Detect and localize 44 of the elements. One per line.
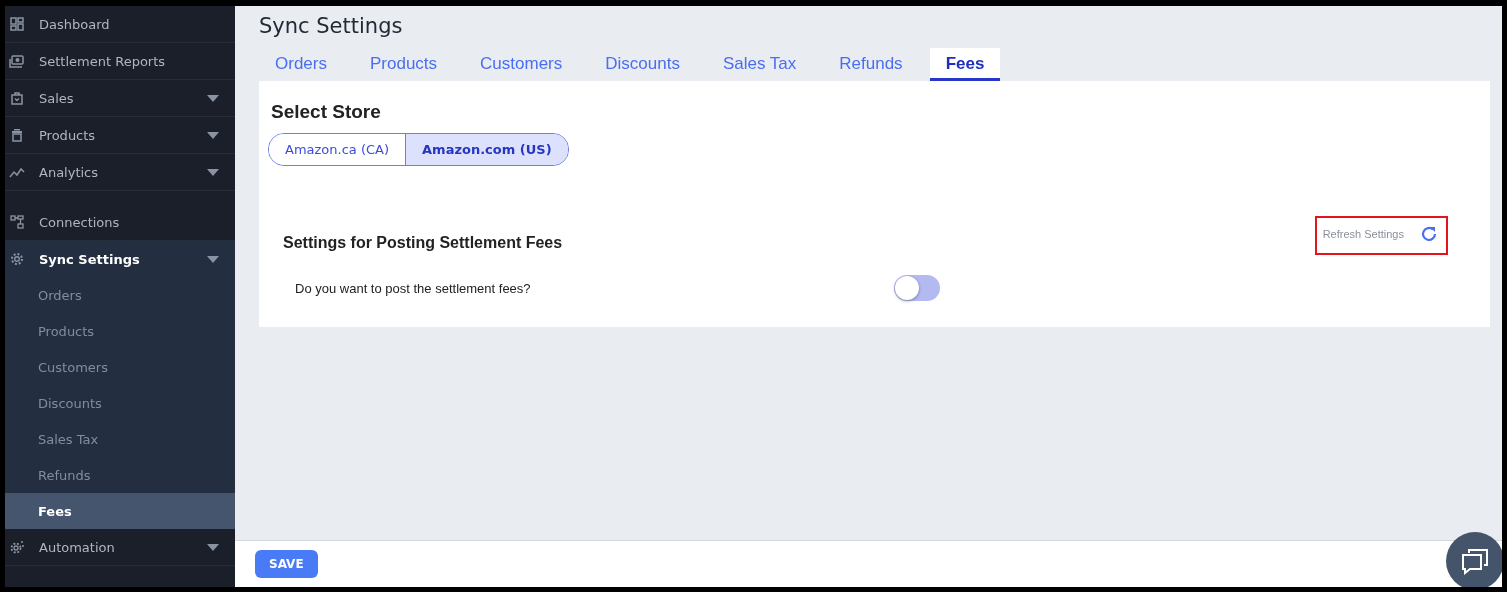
save-button[interactable]: SAVE xyxy=(255,550,318,578)
settings-heading: Settings for Posting Settlement Fees xyxy=(283,233,563,252)
refresh-icon xyxy=(1420,225,1438,243)
money-icon xyxy=(9,53,25,69)
sidebar-item[interactable]: Automation xyxy=(5,529,235,566)
refresh-settings-button[interactable]: Refresh Settings xyxy=(1314,216,1448,255)
toggle-switch[interactable] xyxy=(894,275,940,301)
caret-icon xyxy=(207,94,219,102)
grid-icon xyxy=(9,16,25,32)
sidebar-subitem[interactable]: Orders xyxy=(5,277,235,313)
section-heading: Select Store xyxy=(271,101,382,123)
caret-icon xyxy=(207,255,219,263)
tab[interactable]: Sales Tax xyxy=(706,48,813,81)
caret-icon xyxy=(207,168,219,176)
sidebar-item[interactable]: Dashboard xyxy=(5,6,235,43)
caret-icon xyxy=(207,543,219,551)
sidebar-item[interactable]: Sales xyxy=(5,80,235,117)
network-icon xyxy=(9,214,25,230)
sidebar-subitem[interactable]: Products xyxy=(5,313,235,349)
caret-icon xyxy=(207,131,219,139)
chat-button[interactable] xyxy=(1446,532,1502,587)
tab[interactable]: Refunds xyxy=(823,48,919,81)
store-option[interactable]: Amazon.com (US) xyxy=(405,134,568,165)
sidebar-item[interactable]: Analytics xyxy=(5,154,235,191)
sidebar-item[interactable]: Sync Settings xyxy=(5,241,235,277)
sidebar-subitem[interactable]: Customers xyxy=(5,349,235,385)
sidebar-subitem[interactable]: Sales Tax xyxy=(5,421,235,457)
gear-icon xyxy=(9,251,25,267)
sidebar-item[interactable]: Settlement Reports xyxy=(5,43,235,80)
sidebar-item[interactable]: Products xyxy=(5,117,235,154)
tab[interactable]: Discounts xyxy=(589,48,696,81)
sidebar-subitem[interactable]: Fees xyxy=(5,493,235,529)
sidebar-subitem[interactable]: Refunds xyxy=(5,457,235,493)
tab[interactable]: Orders xyxy=(259,48,343,81)
page-title: Sync Settings xyxy=(259,14,404,38)
tab[interactable]: Products xyxy=(353,48,454,81)
tab[interactable]: Customers xyxy=(464,48,579,81)
gear-icon xyxy=(9,539,25,555)
sidebar-subitem[interactable]: Discounts xyxy=(5,385,235,421)
box-icon xyxy=(9,127,25,143)
bag-icon xyxy=(9,90,25,106)
chat-icon xyxy=(1460,547,1490,575)
setting-label: Do you want to post the settlement fees? xyxy=(295,280,532,296)
tab[interactable]: Fees xyxy=(929,48,1001,81)
